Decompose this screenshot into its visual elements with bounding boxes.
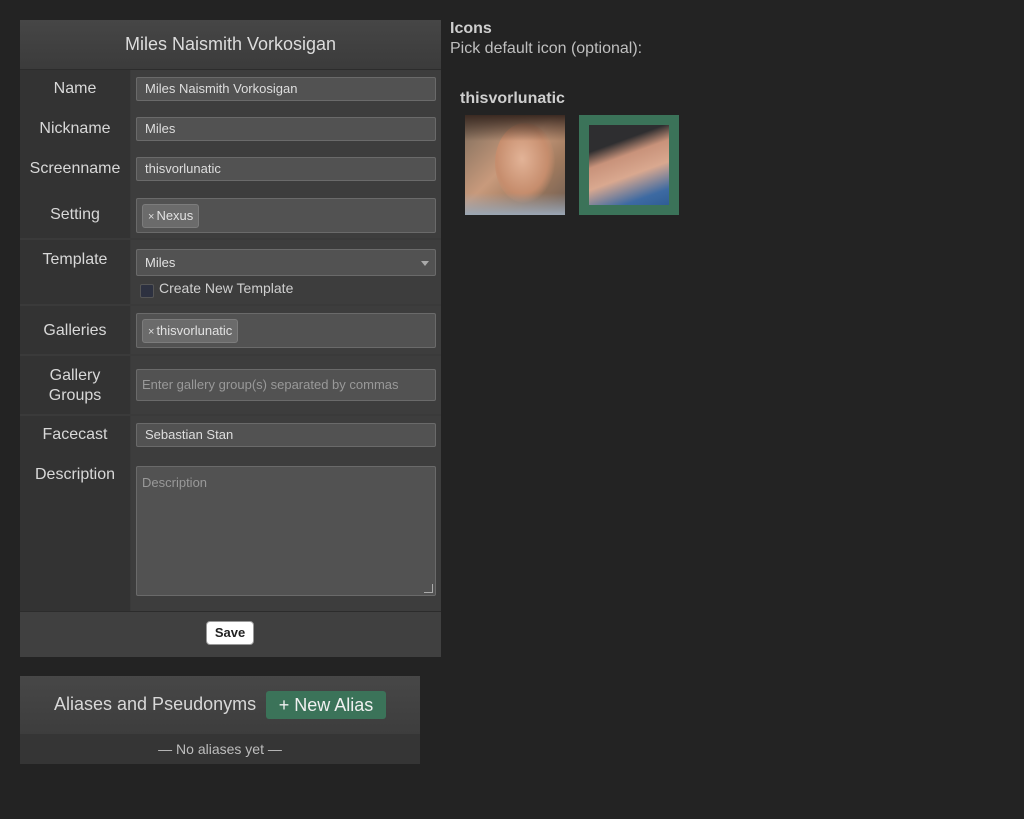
create-template-label[interactable]: Create New Template bbox=[159, 280, 293, 296]
shirt-shade bbox=[465, 193, 565, 215]
nickname-label: Nickname bbox=[20, 110, 130, 150]
setting-tag-input[interactable]: × Nexus bbox=[136, 198, 436, 233]
new-alias-button[interactable]: + New Alias bbox=[266, 691, 386, 719]
facecast-field[interactable]: Sebastian Stan bbox=[136, 423, 436, 447]
template-select[interactable]: Miles bbox=[136, 249, 436, 276]
gallery-groups-label-line1: Gallery bbox=[49, 367, 101, 384]
gallery-tag-label: thisvorlunatic bbox=[156, 323, 233, 338]
gallery-groups-label-line2: Groups bbox=[48, 387, 102, 404]
facecast-row: Facecast Sebastian Stan bbox=[20, 416, 441, 456]
name-label: Name bbox=[20, 70, 130, 110]
nickname-row: Nickname Miles bbox=[20, 110, 441, 150]
description-textarea[interactable]: Description bbox=[136, 466, 436, 596]
aliases-header: Aliases and Pseudonyms + New Alias bbox=[20, 676, 420, 734]
setting-row: Setting × Nexus bbox=[20, 190, 441, 238]
icons-subtitle: Pick default icon (optional): bbox=[450, 40, 643, 57]
template-row: Template Miles Create New Template bbox=[20, 240, 441, 304]
tag-remove-icon[interactable]: × bbox=[148, 211, 154, 223]
galleries-tag-input[interactable]: × thisvorlunatic bbox=[136, 313, 436, 348]
icon-option-selected[interactable] bbox=[579, 115, 679, 215]
icon-option[interactable] bbox=[465, 115, 565, 215]
icon-image bbox=[589, 125, 669, 205]
setting-tag: × Nexus bbox=[142, 204, 200, 228]
galleries-label: Galleries bbox=[20, 306, 130, 354]
gallery-groups-row: Gallery Groups Enter gallery group(s) se… bbox=[20, 356, 441, 414]
name-field[interactable]: Miles Naismith Vorkosigan bbox=[136, 77, 436, 101]
icons-heading: Icons bbox=[450, 20, 492, 37]
setting-tag-label: Nexus bbox=[156, 208, 194, 223]
gallery-name: thisvorlunatic bbox=[460, 90, 565, 107]
tag-remove-icon[interactable]: × bbox=[148, 326, 154, 338]
setting-label: Setting bbox=[20, 190, 130, 238]
aliases-title: Aliases and Pseudonyms bbox=[54, 694, 257, 714]
gallery-tag: × thisvorlunatic bbox=[142, 319, 239, 343]
name-row: Name Miles Naismith Vorkosigan bbox=[20, 70, 441, 110]
screenname-row: Screenname thisvorlunatic bbox=[20, 150, 441, 190]
character-form-panel: Miles Naismith Vorkosigan Name Miles Nai… bbox=[20, 20, 441, 657]
gallery-groups-input[interactable]: Enter gallery group(s) separated by comm… bbox=[136, 369, 436, 401]
aliases-empty-text: — No aliases yet — bbox=[20, 734, 420, 764]
create-template-checkbox[interactable] bbox=[140, 284, 154, 298]
description-placeholder: Description bbox=[142, 475, 208, 490]
form-footer: Save bbox=[20, 611, 441, 657]
aliases-panel: Aliases and Pseudonyms + New Alias — No … bbox=[20, 676, 420, 764]
gallery-groups-label: Gallery Groups bbox=[20, 356, 130, 414]
form-title: Miles Naismith Vorkosigan bbox=[20, 20, 441, 70]
chevron-down-icon bbox=[421, 261, 429, 266]
galleries-row: Galleries × thisvorlunatic bbox=[20, 306, 441, 354]
description-row: Description Description bbox=[20, 456, 441, 611]
screenname-field[interactable]: thisvorlunatic bbox=[136, 157, 436, 181]
description-label: Description bbox=[20, 456, 130, 611]
nickname-field[interactable]: Miles bbox=[136, 117, 436, 141]
template-label: Template bbox=[20, 240, 130, 304]
facecast-label: Facecast bbox=[20, 416, 130, 456]
screenname-label: Screenname bbox=[20, 150, 130, 190]
resize-handle-icon[interactable] bbox=[424, 584, 433, 593]
template-selected-value: Miles bbox=[145, 255, 176, 270]
hair-shade bbox=[465, 115, 565, 141]
save-button[interactable]: Save bbox=[206, 621, 254, 645]
